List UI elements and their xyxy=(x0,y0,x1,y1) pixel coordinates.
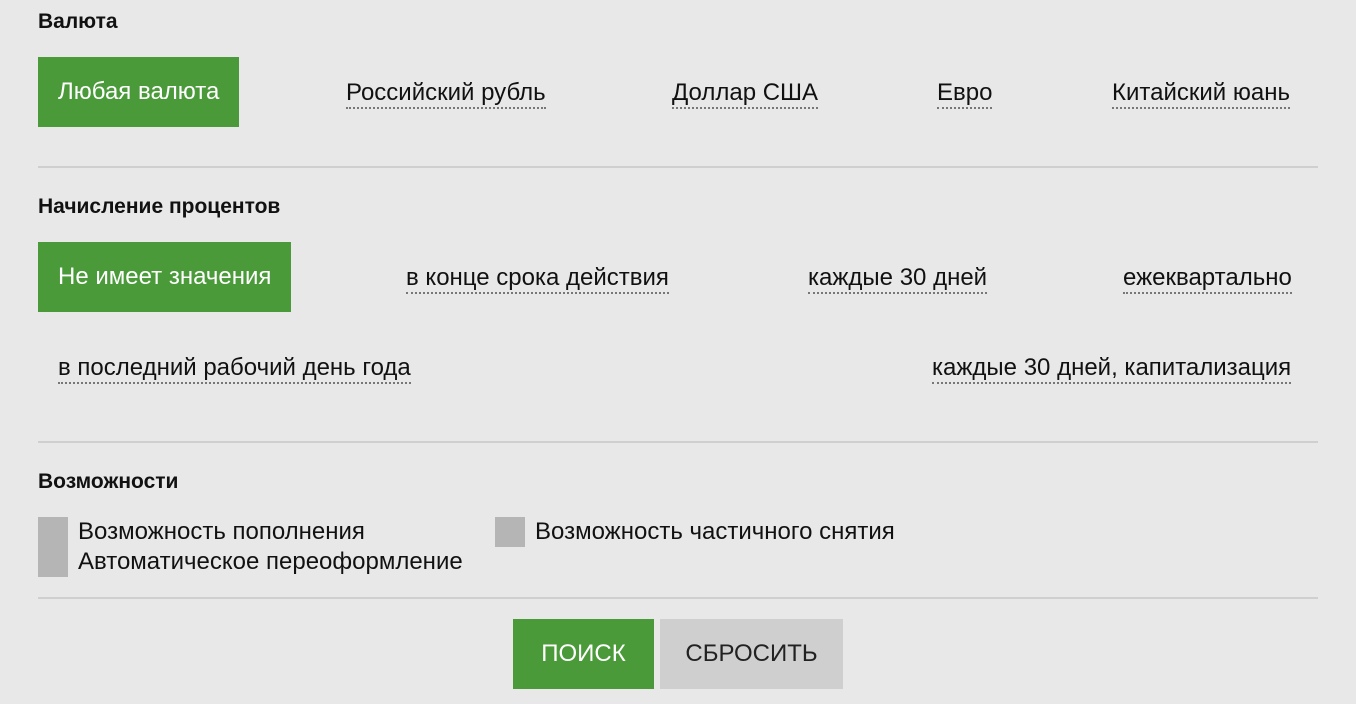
currency-option-any[interactable]: Любая валюта xyxy=(38,57,240,127)
feature-partial-withdrawal-checkbox[interactable]: Возможность частичного снятия xyxy=(495,517,895,547)
currency-option-rub[interactable]: Российский рубль xyxy=(346,78,546,109)
interest-option-label: ежеквартально xyxy=(1123,264,1292,294)
interest-option-last-workday[interactable]: в последний рабочий день года xyxy=(58,353,411,384)
divider xyxy=(38,441,1318,443)
interest-option-label: каждые 30 дней xyxy=(808,264,988,294)
currency-option-label: Доллар США xyxy=(672,79,819,109)
interest-option-end-of-term[interactable]: в конце срока действия xyxy=(406,263,669,294)
currency-heading: Валюта xyxy=(38,10,118,33)
feature-replenish-checkbox[interactable]: Возможность пополнения xyxy=(38,517,365,547)
feature-auto-renewal-checkbox[interactable]: Автоматическое переоформление xyxy=(38,547,463,577)
interest-option-30-days-cap[interactable]: каждые 30 дней, капитализация xyxy=(932,353,1292,384)
interest-option-label: каждые 30 дней, капитализация xyxy=(932,354,1292,384)
checkbox-icon[interactable] xyxy=(38,547,68,577)
search-button[interactable]: Поиск xyxy=(513,619,654,689)
divider xyxy=(38,597,1318,599)
feature-label: Возможность пополнения xyxy=(78,518,365,545)
interest-option-any[interactable]: Не имеет значения xyxy=(38,242,292,312)
currency-option-label: Евро xyxy=(937,79,993,109)
interest-heading: Начисление процентов xyxy=(38,195,281,218)
currency-option-label: Российский рубль xyxy=(346,79,546,109)
currency-option-cny[interactable]: Китайский юань xyxy=(1112,78,1290,109)
interest-option-label: в последний рабочий день года xyxy=(58,354,411,384)
checkbox-icon[interactable] xyxy=(495,517,525,547)
reset-button[interactable]: Сбросить xyxy=(660,619,843,689)
currency-option-label: Китайский юань xyxy=(1112,79,1290,109)
currency-option-usd[interactable]: Доллар США xyxy=(672,78,819,109)
features-heading: Возможности xyxy=(38,470,179,493)
feature-label: Автоматическое переоформление xyxy=(78,548,463,575)
feature-label: Возможность частичного снятия xyxy=(535,518,895,545)
currency-option-eur[interactable]: Евро xyxy=(937,78,993,109)
interest-option-quarterly[interactable]: ежеквартально xyxy=(1123,263,1292,294)
checkbox-icon[interactable] xyxy=(38,517,68,547)
interest-option-30-days[interactable]: каждые 30 дней xyxy=(808,263,988,294)
divider xyxy=(38,166,1318,168)
interest-option-label: в конце срока действия xyxy=(406,264,669,294)
